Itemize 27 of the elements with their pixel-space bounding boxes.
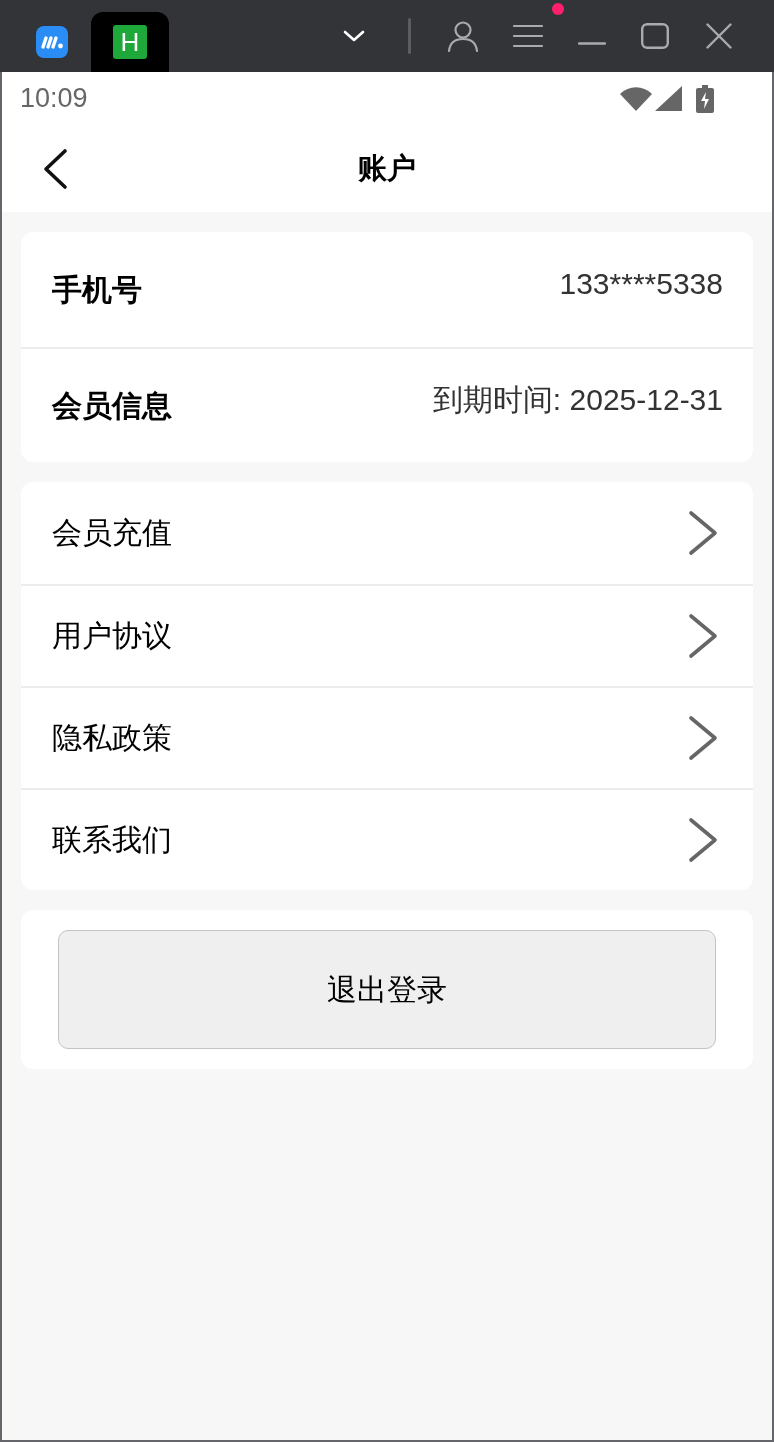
user-icon xyxy=(447,20,479,52)
menu-item[interactable]: 会员充值 xyxy=(21,482,753,584)
logout-button[interactable]: 退出登录 xyxy=(58,930,716,1049)
chevron-right-icon xyxy=(688,510,718,556)
app-logo-icon xyxy=(36,26,68,58)
menu-item[interactable]: 联系我们 xyxy=(21,788,753,890)
minimize-icon xyxy=(578,41,606,45)
signal-icon xyxy=(655,86,682,111)
info-label: 会员信息 xyxy=(52,390,172,421)
info-label: 手机号 xyxy=(52,274,142,305)
site-logo-icon: H xyxy=(113,25,147,59)
menu-item[interactable]: 用户协议 xyxy=(21,584,753,686)
battery-charging-icon xyxy=(696,84,714,113)
info-value: 133****5338 xyxy=(559,268,723,299)
menu-item[interactable]: 隐私政策 xyxy=(21,686,753,788)
chevron-right-icon xyxy=(688,817,718,863)
info-value: 到期时间: 2025-12-31 xyxy=(432,384,723,415)
page-title: 账户 xyxy=(358,154,416,183)
maximize-icon xyxy=(641,23,669,49)
close-icon xyxy=(706,23,732,49)
chevron-right-icon xyxy=(688,613,718,659)
back-chevron-icon xyxy=(42,147,68,190)
menu-icon xyxy=(513,24,543,48)
chevron-down-icon xyxy=(343,30,365,42)
chevron-right-icon xyxy=(688,715,718,761)
status-time: 10:09 xyxy=(20,85,88,112)
wifi-icon xyxy=(620,86,652,111)
